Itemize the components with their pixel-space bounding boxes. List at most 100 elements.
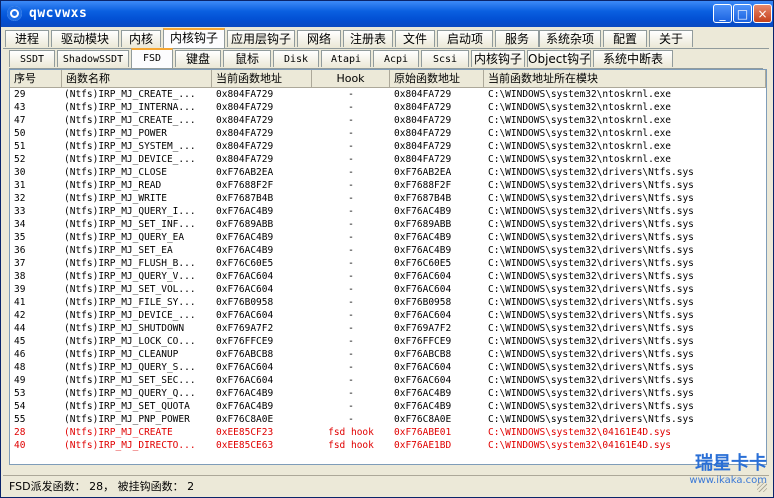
main-tab-5[interactable]: 网络 xyxy=(297,30,341,47)
table-row[interactable]: 44 (Ntfs)IRP_MJ_SHUTDOWN 0xF769A7F2 - 0xF769… xyxy=(10,322,766,335)
table-row[interactable]: 43 (Ntfs)IRP_MJ_INTERNA... 0x804FA729 - 0x80… xyxy=(10,101,766,114)
cell-index: 49 xyxy=(14,375,26,386)
watermark-url: www.ikaka.com xyxy=(689,475,767,486)
sub-tab-10[interactable]: Object钩子 xyxy=(527,50,591,67)
main-tab-2[interactable]: 内核 xyxy=(121,30,161,47)
cell-hook: - xyxy=(348,206,354,217)
cell-index: 34 xyxy=(14,219,26,230)
cell-current-address: 0xF76AC604 xyxy=(216,310,274,321)
sub-tab-6[interactable]: Atapi xyxy=(321,50,371,67)
table-body[interactable]: 29 (Ntfs)IRP_MJ_CREATE_... 0x804FA729 - 0x80… xyxy=(10,88,766,452)
sub-tab-11[interactable]: 系统中断表 xyxy=(593,50,673,67)
cell-index: 31 xyxy=(14,180,26,191)
minimize-button[interactable]: _ xyxy=(713,4,732,23)
cell-function-name: (Ntfs)IRP_MJ_QUERY_S... xyxy=(64,362,196,373)
column-header-hook[interactable]: Hook xyxy=(312,70,390,87)
table-row[interactable]: 55 (Ntfs)IRP_MJ_PNP_POWER 0xF76C8A0E - 0xF76… xyxy=(10,413,766,426)
cell-module: C:\WINDOWS\system32\drivers\Ntfs.sys xyxy=(488,310,694,321)
main-tab-7[interactable]: 文件 xyxy=(395,30,435,47)
main-tab-3[interactable]: 内核钩子 xyxy=(163,28,225,48)
main-tab-4[interactable]: 应用层钩子 xyxy=(227,30,295,47)
cell-hook: - xyxy=(348,375,354,386)
cell-function-name: (Ntfs)IRP_MJ_CREATE_... xyxy=(64,115,196,126)
table-row[interactable]: 54 (Ntfs)IRP_MJ_SET_QUOTA 0xF76AC4B9 - 0xF76… xyxy=(10,400,766,413)
column-header-function-name[interactable]: 函数名称 xyxy=(62,70,212,87)
table-row[interactable]: 35 (Ntfs)IRP_MJ_QUERY_EA 0xF76AC4B9 - 0xF76A… xyxy=(10,231,766,244)
table-row[interactable]: 34 (Ntfs)IRP_MJ_SET_INF... 0xF7689ABB - 0xF7… xyxy=(10,218,766,231)
cell-hook: - xyxy=(348,401,354,412)
cell-current-address: 0x804FA729 xyxy=(216,102,274,113)
cell-original-address: 0xF76AC4B9 xyxy=(394,206,452,217)
cell-module: C:\WINDOWS\system32\04161E4D.sys xyxy=(488,427,672,438)
table-row[interactable]: 42 (Ntfs)IRP_MJ_DEVICE_... 0xF76AC604 - 0xF7… xyxy=(10,309,766,322)
table-row[interactable]: 28 (Ntfs)IRP_MJ_CREATE 0xEE85CF23 fsd hook 0… xyxy=(10,426,766,439)
main-tab-6[interactable]: 注册表 xyxy=(343,30,393,47)
table-row[interactable]: 52 (Ntfs)IRP_MJ_DEVICE_... 0x804FA729 - 0x80… xyxy=(10,153,766,166)
cell-function-name: (Ntfs)IRP_MJ_CREATE_... xyxy=(64,89,196,100)
cell-current-address: 0x804FA729 xyxy=(216,141,274,152)
cell-index: 45 xyxy=(14,336,26,347)
cell-function-name: (Ntfs)IRP_MJ_WRITE xyxy=(64,193,167,204)
main-tab-8[interactable]: 启动项 xyxy=(437,30,493,47)
table-row[interactable]: 51 (Ntfs)IRP_MJ_SYSTEM_... 0x804FA729 - 0x80… xyxy=(10,140,766,153)
table-row[interactable]: 49 (Ntfs)IRP_MJ_SET_SEC... 0xF76AC604 - 0xF7… xyxy=(10,374,766,387)
cell-function-name: (Ntfs)IRP_MJ_POWER xyxy=(64,128,167,139)
table-row[interactable]: 41 (Ntfs)IRP_MJ_FILE_SY... 0xF76B0958 - 0xF7… xyxy=(10,296,766,309)
sub-tab-2[interactable]: FSD xyxy=(131,48,173,68)
cell-current-address: 0x804FA729 xyxy=(216,115,274,126)
table-row[interactable]: 48 (Ntfs)IRP_MJ_QUERY_S... 0xF76AC604 - 0xF7… xyxy=(10,361,766,374)
table-row[interactable]: 37 (Ntfs)IRP_MJ_FLUSH_B... 0xF76C60E5 - 0xF7… xyxy=(10,257,766,270)
sub-tab-1[interactable]: ShadowSSDT xyxy=(57,50,129,67)
sub-tab-7[interactable]: Acpi xyxy=(373,50,419,67)
cell-function-name: (Ntfs)IRP_MJ_DIRECTO... xyxy=(64,440,196,451)
column-header-current-address[interactable]: 当前函数地址 xyxy=(212,70,312,87)
cell-current-address: 0xF7689ABB xyxy=(216,219,274,230)
table-row[interactable]: 39 (Ntfs)IRP_MJ_SET_VOL... 0xF76AC604 - 0xF7… xyxy=(10,283,766,296)
column-header-module[interactable]: 当前函数地址所在模块 xyxy=(484,70,766,87)
main-tab-10[interactable]: 系统杂项 xyxy=(539,30,601,47)
sub-tab-3[interactable]: 键盘 xyxy=(175,50,221,67)
main-tab-1[interactable]: 驱动模块 xyxy=(51,30,119,47)
close-button[interactable]: × xyxy=(753,4,772,23)
cell-function-name: (Ntfs)IRP_MJ_PNP_POWER xyxy=(64,414,190,425)
table-row[interactable]: 46 (Ntfs)IRP_MJ_CLEANUP 0xF76ABCB8 - 0xF76AB… xyxy=(10,348,766,361)
table-row[interactable]: 30 (Ntfs)IRP_MJ_CLOSE 0xF76AB2EA - 0xF76AB2E… xyxy=(10,166,766,179)
cell-hook: - xyxy=(348,232,354,243)
column-header-original-address[interactable]: 原始函数地址 xyxy=(390,70,484,87)
table-row[interactable]: 33 (Ntfs)IRP_MJ_QUERY_I... 0xF76AC4B9 - 0xF7… xyxy=(10,205,766,218)
column-header-index[interactable]: 序号 xyxy=(10,70,62,87)
main-tab-bar: 进程 驱动模块 内核 内核钩子 应用层钩子 网络 注册表 文件 启动项 服务 系统杂项 配置 关于 xyxy=(3,28,769,49)
table-row[interactable]: 32 (Ntfs)IRP_MJ_WRITE 0xF7687B4B - 0xF7687B4… xyxy=(10,192,766,205)
maximize-button[interactable]: □ xyxy=(733,4,752,23)
table-row[interactable]: 29 (Ntfs)IRP_MJ_CREATE_... 0x804FA729 - 0x80… xyxy=(10,88,766,101)
sub-tab-5[interactable]: Disk xyxy=(273,50,319,67)
sub-tab-8[interactable]: Scsi xyxy=(421,50,469,67)
table-row[interactable]: 31 (Ntfs)IRP_MJ_READ 0xF7688F2F - 0xF7688F2F… xyxy=(10,179,766,192)
main-tab-12[interactable]: 关于 xyxy=(649,30,693,47)
cell-function-name: (Ntfs)IRP_MJ_SET_EA xyxy=(64,245,173,256)
cell-module: C:\WINDOWS\system32\drivers\Ntfs.sys xyxy=(488,401,694,412)
cell-index: 54 xyxy=(14,401,26,412)
sub-tab-0[interactable]: SSDT xyxy=(9,50,55,67)
cell-index: 36 xyxy=(14,245,26,256)
table-row[interactable]: 47 (Ntfs)IRP_MJ_CREATE_... 0x804FA729 - 0x80… xyxy=(10,114,766,127)
sub-tab-4[interactable]: 鼠标 xyxy=(223,50,271,67)
table-row[interactable]: 36 (Ntfs)IRP_MJ_SET_EA 0xF76AC4B9 - 0xF76AC4… xyxy=(10,244,766,257)
cell-module: C:\WINDOWS\system32\drivers\Ntfs.sys xyxy=(488,349,694,360)
title-bar[interactable]: qwcvwxs _ □ × xyxy=(1,1,773,27)
main-tab-9[interactable]: 服务 xyxy=(495,30,539,47)
table-row[interactable]: 50 (Ntfs)IRP_MJ_POWER 0x804FA729 - 0x804FA72… xyxy=(10,127,766,140)
cell-original-address: 0xF76AC4B9 xyxy=(394,401,452,412)
cell-original-address: 0xF7689ABB xyxy=(394,219,452,230)
table-row[interactable]: 53 (Ntfs)IRP_MJ_QUERY_Q... 0xF76AC4B9 - 0xF7… xyxy=(10,387,766,400)
cell-index: 46 xyxy=(14,349,26,360)
cell-module: C:\WINDOWS\system32\drivers\Ntfs.sys xyxy=(488,206,694,217)
cell-index: 38 xyxy=(14,271,26,282)
table-row[interactable]: 38 (Ntfs)IRP_MJ_QUERY_V... 0xF76AC604 - 0xF7… xyxy=(10,270,766,283)
table-row[interactable]: 45 (Ntfs)IRP_MJ_LOCK_CO... 0xF76FFCE9 - 0xF7… xyxy=(10,335,766,348)
main-tab-0[interactable]: 进程 xyxy=(5,30,49,47)
main-tab-11[interactable]: 配置 xyxy=(603,30,647,47)
sub-tab-9[interactable]: 内核钩子 xyxy=(471,50,525,67)
cell-current-address: 0xF7687B4B xyxy=(216,193,274,204)
cell-index: 47 xyxy=(14,115,26,126)
